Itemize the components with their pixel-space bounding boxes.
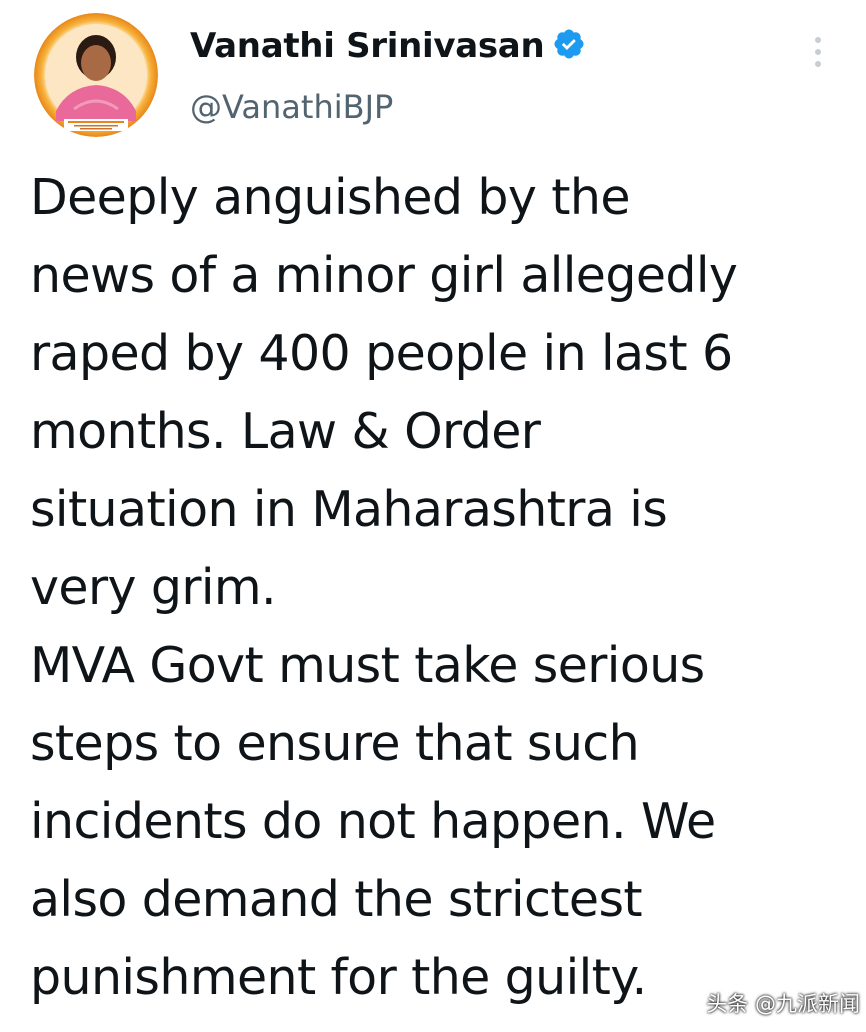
vertical-ellipsis-icon[interactable] [806,34,830,70]
watermark: 头条 @九派新闻 [664,983,860,1023]
author-avatar[interactable] [34,13,158,137]
tweet-card: Vanathi Srinivasan @VanathiBJP Deeply an… [0,0,866,1032]
avatar-image [34,13,158,137]
author-display-name[interactable]: Vanathi Srinivasan [190,26,586,66]
watermark-text: 头条 @九派新闻 [706,992,860,1016]
tweet-body-text: Deeply anguished by the news of a minor … [30,169,738,1006]
author-name-text: Vanathi Srinivasan [190,26,545,66]
verified-badge-icon [552,27,586,61]
author-handle[interactable]: @VanathiBJP [190,88,393,126]
